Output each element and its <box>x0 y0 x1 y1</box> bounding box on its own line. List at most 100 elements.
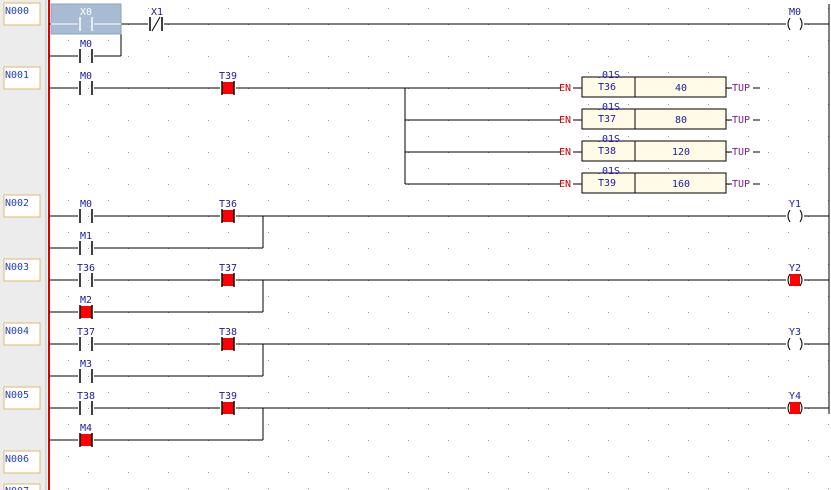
coil-y1[interactable]: Y1 <box>787 199 803 223</box>
contact-m0[interactable]: M0 <box>79 71 93 95</box>
grid-dot <box>228 40 229 41</box>
contact-t36[interactable]: T36 <box>219 199 237 223</box>
grid-dot <box>308 264 309 265</box>
grid-dot <box>88 216 89 217</box>
grid-dot <box>688 56 689 57</box>
grid-dot <box>688 248 689 249</box>
coil-y4[interactable]: Y4 <box>787 391 803 415</box>
grid-dot <box>108 264 109 265</box>
contact-t37[interactable]: T37 <box>77 327 95 351</box>
grid-dot <box>568 472 569 473</box>
grid-dot <box>108 328 109 329</box>
grid-dot <box>708 360 709 361</box>
grid-dot <box>508 456 509 457</box>
grid-dot <box>468 232 469 233</box>
coil-icon <box>787 337 803 351</box>
contact-m0[interactable]: M0 <box>79 199 93 223</box>
grid-dot <box>88 408 89 409</box>
contact-t38[interactable]: T38 <box>77 391 95 415</box>
network-label-n005[interactable]: N005 <box>3 386 41 410</box>
network-id: N004 <box>5 326 29 337</box>
timer-preset: 40 <box>675 83 687 94</box>
grid-dot <box>288 120 289 121</box>
coil-y3[interactable]: Y3 <box>787 327 803 351</box>
grid-dot <box>408 248 409 249</box>
grid-dot <box>588 456 589 457</box>
contact-m0-seal[interactable]: M0 <box>79 39 93 63</box>
grid-dot <box>348 40 349 41</box>
coil-m0[interactable]: M0 <box>787 7 803 31</box>
grid-dot <box>448 440 449 441</box>
grid-dot <box>728 248 729 249</box>
grid-dot <box>668 168 669 169</box>
contact-t38[interactable]: T38 <box>219 327 237 351</box>
grid-dot <box>488 376 489 377</box>
contact-t39[interactable]: T39 <box>219 71 237 95</box>
grid-dot <box>548 104 549 105</box>
grid-dot <box>188 200 189 201</box>
grid-dot <box>308 488 309 489</box>
ladder-diagram-canvas[interactable]: N000 N001 N002 N003 N004 N005 N006 N007 <box>0 0 831 490</box>
network-label-n002[interactable]: N002 <box>3 194 41 218</box>
coil-y2[interactable]: Y2 <box>787 263 803 287</box>
coil-label: Y2 <box>789 263 801 274</box>
timer-block-t36[interactable]: EN .01S T36 40 TUP <box>559 70 760 98</box>
grid-dot <box>708 296 709 297</box>
grid-dot <box>528 248 529 249</box>
grid-dot <box>688 440 689 441</box>
grid-dot <box>388 456 389 457</box>
grid-dot <box>368 376 369 377</box>
network-label-n001[interactable]: N001 <box>3 66 41 90</box>
contact-m3[interactable]: M3 <box>79 359 93 383</box>
grid-dot <box>148 424 149 425</box>
contact-m1[interactable]: M1 <box>79 231 93 255</box>
grid-dot <box>748 232 749 233</box>
contact-x1[interactable]: X1 <box>149 7 163 32</box>
no-contact-icon-active <box>221 273 235 287</box>
network-label-n003[interactable]: N003 <box>3 258 41 282</box>
grid-dot <box>708 424 709 425</box>
grid-dot <box>668 200 669 201</box>
network-id: N003 <box>5 262 29 273</box>
grid-dot <box>668 40 669 41</box>
grid-dot <box>528 472 529 473</box>
grid-dot <box>708 392 709 393</box>
grid-dot <box>748 200 749 201</box>
grid-dot <box>768 440 769 441</box>
grid-dot <box>748 72 749 73</box>
network-label-n007[interactable]: N007 <box>3 483 41 490</box>
contact-t37[interactable]: T37 <box>219 263 237 287</box>
network-label-n004[interactable]: N004 <box>3 322 41 346</box>
contact-t39[interactable]: T39 <box>219 391 237 415</box>
grid-dot <box>108 168 109 169</box>
grid-dot <box>488 312 489 313</box>
grid-dot <box>588 328 589 329</box>
grid-dot <box>248 472 249 473</box>
grid-dot <box>608 56 609 57</box>
grid-dot <box>148 200 149 201</box>
grid-dot <box>348 456 349 457</box>
grid-dot <box>548 168 549 169</box>
timer-type: TUP <box>732 179 750 190</box>
timer-block-t37[interactable]: EN .01S T37 80 TUP <box>559 102 760 130</box>
grid-dot <box>428 328 429 329</box>
contact-m2[interactable]: M2 <box>79 295 93 319</box>
timer-block-t39[interactable]: EN .01S T39 160 TUP <box>559 166 760 194</box>
grid-dot <box>208 120 209 121</box>
coil-icon <box>787 17 803 31</box>
timer-block-t38[interactable]: EN .01S T38 120 TUP <box>559 134 760 162</box>
grid-dot <box>188 72 189 73</box>
contact-x0[interactable]: X0 <box>50 3 122 35</box>
grid-dot <box>748 328 749 329</box>
grid-dot <box>508 72 509 73</box>
grid-dot <box>648 248 649 249</box>
grid-dot <box>148 360 149 361</box>
contact-m4[interactable]: M4 <box>79 423 93 447</box>
network-label-n006[interactable]: N006 <box>3 450 41 474</box>
grid-dot <box>268 296 269 297</box>
no-contact-icon <box>79 49 93 63</box>
contact-t36[interactable]: T36 <box>77 263 95 287</box>
grid-dot <box>648 312 649 313</box>
grid-dot <box>788 456 789 457</box>
network-label-n000[interactable]: N000 <box>3 2 41 26</box>
